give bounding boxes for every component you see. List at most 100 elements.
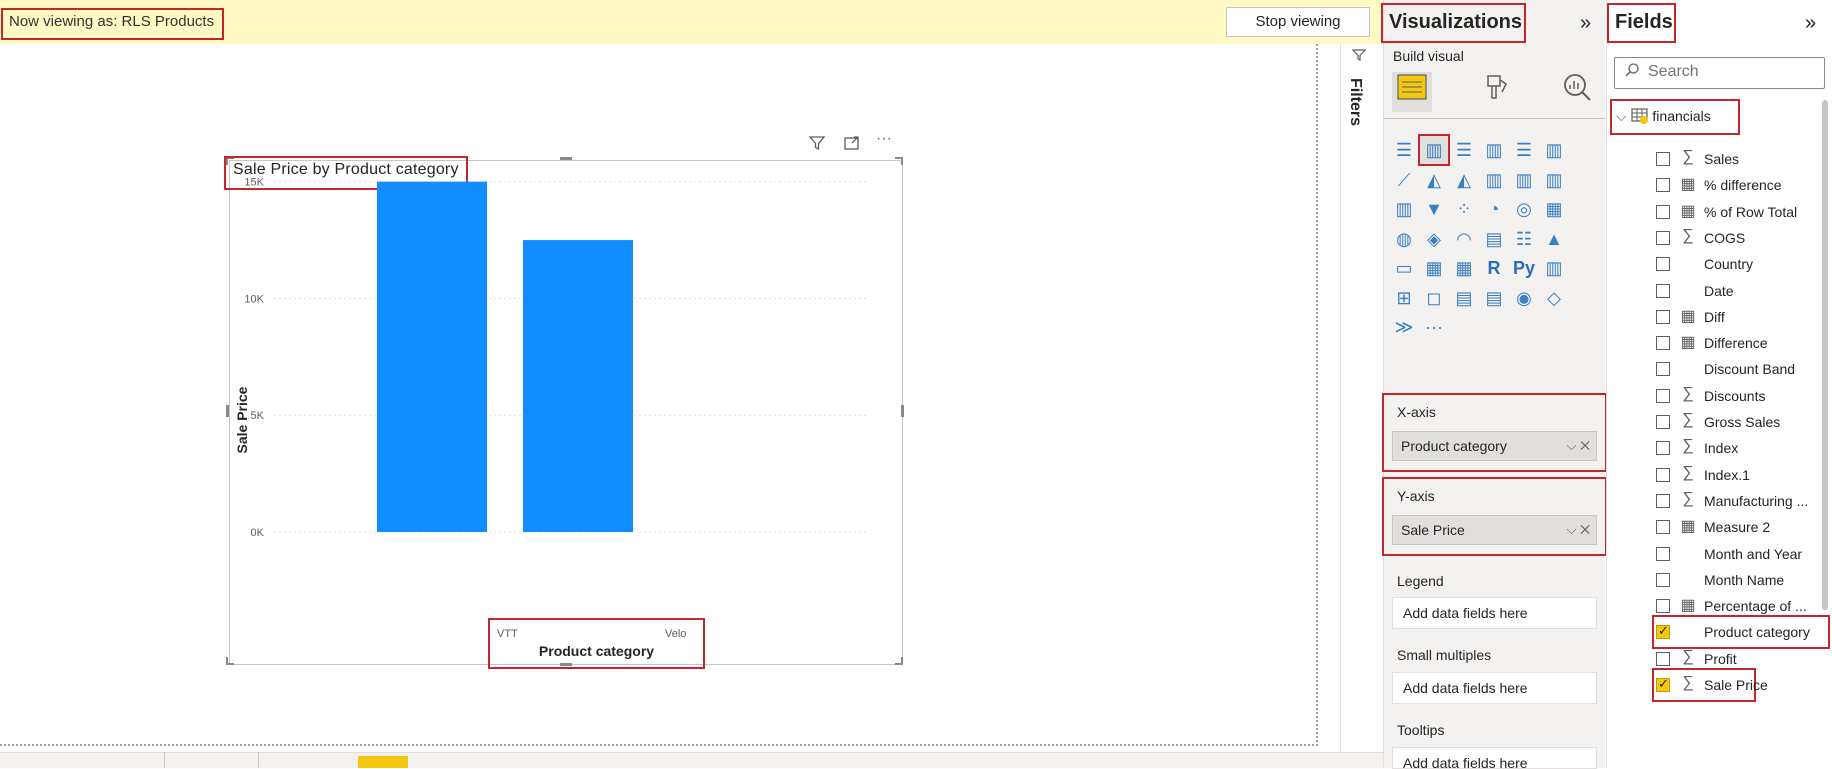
financials-table-node[interactable]: ⌵ financials: [1610, 99, 1740, 135]
field-checkbox[interactable]: [1656, 520, 1670, 535]
map-icon[interactable]: ◍: [1390, 225, 1418, 253]
search-input[interactable]: [1648, 63, 1808, 81]
field-sale-price[interactable]: ∑ Sale Price: [1652, 668, 1768, 702]
python-visual-icon[interactable]: Py: [1510, 254, 1538, 282]
ribbon-chart-icon[interactable]: ▥: [1540, 166, 1568, 194]
filled-map-icon[interactable]: ◈: [1420, 225, 1448, 253]
bar-velo[interactable]: [523, 240, 633, 532]
100-bar-icon[interactable]: ☰: [1510, 136, 1538, 164]
field-cogs[interactable]: ∑ COGS: [1656, 225, 1826, 251]
line-chart-icon[interactable]: ⟋: [1390, 166, 1418, 194]
line-clustered-icon[interactable]: ▥: [1510, 166, 1538, 194]
stop-viewing-button[interactable]: Stop viewing: [1226, 7, 1370, 37]
field-checkbox[interactable]: [1656, 676, 1670, 692]
stacked-column-icon[interactable]: ▥: [1480, 136, 1508, 164]
field-manufacturing[interactable]: ∑ Manufacturing ...: [1656, 488, 1826, 514]
filters-funnel-icon[interactable]: [1351, 48, 1367, 67]
resize-handle[interactable]: [226, 657, 228, 665]
field-month-and-year[interactable]: Month and Year: [1656, 541, 1826, 567]
matrix-icon[interactable]: ▦: [1450, 254, 1478, 282]
donut-icon[interactable]: ◎: [1510, 195, 1538, 223]
field-measure-2[interactable]: ▦ Measure 2: [1656, 514, 1826, 540]
tooltips-drop-zone[interactable]: Add data fields here: [1392, 747, 1597, 769]
field-checkbox[interactable]: [1656, 362, 1670, 377]
field-checkbox[interactable]: [1656, 467, 1670, 482]
kpi-icon[interactable]: ▲: [1540, 225, 1568, 253]
bar-vtt[interactable]: [377, 181, 487, 532]
field-difference[interactable]: ▦ Difference: [1656, 330, 1826, 356]
field-profit[interactable]: ∑ Profit: [1656, 646, 1826, 672]
key-influencers-icon[interactable]: ▥: [1540, 254, 1568, 282]
field-country[interactable]: Country: [1656, 251, 1826, 277]
clustered-column-icon[interactable]: ▥: [1418, 134, 1450, 166]
card-icon[interactable]: ▤: [1480, 225, 1508, 253]
field-checkbox[interactable]: [1656, 623, 1670, 640]
analytics-tab[interactable]: [1557, 72, 1597, 112]
field-checkbox[interactable]: [1656, 230, 1670, 245]
field-date[interactable]: Date: [1656, 278, 1826, 304]
field-checkbox[interactable]: [1656, 309, 1670, 324]
slicer-icon[interactable]: ▭: [1390, 254, 1418, 282]
field-diff[interactable]: ▦ Diff: [1656, 304, 1826, 330]
waterfall-icon[interactable]: ▥: [1390, 195, 1418, 223]
field--difference[interactable]: ▦ % difference: [1656, 172, 1826, 198]
multirow-card-icon[interactable]: ☷: [1510, 225, 1538, 253]
field-checkbox[interactable]: [1656, 415, 1670, 429]
chevron-down-icon[interactable]: ⌵ ✕: [1567, 432, 1590, 460]
field-percentage-of[interactable]: ▦ Percentage of ...: [1656, 593, 1826, 619]
xaxis-field-pill[interactable]: Product category ⌵ ✕: [1392, 431, 1597, 461]
field-discount-band[interactable]: Discount Band: [1656, 356, 1826, 382]
area-chart-icon[interactable]: ◭: [1420, 166, 1448, 194]
r-visual-icon[interactable]: R: [1480, 254, 1508, 282]
field-index[interactable]: ∑ Index: [1656, 435, 1826, 461]
paginated-icon[interactable]: ▤: [1480, 284, 1508, 312]
qa-icon[interactable]: ◻: [1420, 284, 1448, 312]
scatter-icon[interactable]: ⁘: [1450, 195, 1478, 223]
collapse-visualizations-icon[interactable]: »: [1580, 12, 1591, 35]
filters-label[interactable]: Filters: [1346, 78, 1364, 126]
decomposition-tree-icon[interactable]: ⊞: [1390, 284, 1418, 312]
smart-narrative-icon[interactable]: ▤: [1450, 284, 1478, 312]
page-tab[interactable]: [165, 752, 259, 768]
azure-map-icon[interactable]: ◉: [1510, 284, 1538, 312]
collapse-fields-icon[interactable]: »: [1805, 12, 1816, 35]
field-sales[interactable]: ∑ Sales: [1656, 146, 1826, 172]
page-tab[interactable]: [0, 752, 165, 768]
field-index-1[interactable]: ∑ Index.1: [1656, 462, 1826, 488]
fields-scrollbar[interactable]: [1822, 100, 1828, 610]
format-visual-tab[interactable]: [1476, 72, 1516, 112]
filters-pane-collapsed[interactable]: [1340, 44, 1383, 768]
field-checkbox[interactable]: [1656, 599, 1670, 614]
funnel-icon[interactable]: ▼: [1420, 195, 1448, 223]
field-checkbox[interactable]: [1656, 546, 1670, 561]
field-checkbox[interactable]: [1656, 204, 1670, 219]
table-icon[interactable]: ▦: [1420, 254, 1448, 282]
field-product-category[interactable]: Product category: [1652, 615, 1830, 650]
chevron-down-icon[interactable]: ⌵ ✕: [1567, 516, 1590, 544]
100-column-icon[interactable]: ▥: [1540, 136, 1568, 164]
field-checkbox[interactable]: [1656, 152, 1670, 166]
field-discounts[interactable]: ∑ Discounts: [1656, 383, 1826, 409]
new-page-tab[interactable]: [358, 756, 408, 768]
line-column-icon[interactable]: ▥: [1480, 166, 1508, 194]
field-checkbox[interactable]: [1656, 336, 1670, 351]
treemap-icon[interactable]: ▦: [1540, 195, 1568, 223]
pie-icon[interactable]: ◔: [1480, 195, 1508, 223]
focus-mode-icon[interactable]: [843, 134, 861, 157]
gauge-icon[interactable]: ◠: [1450, 225, 1478, 253]
power-apps-icon[interactable]: ◇: [1540, 284, 1568, 312]
field-checkbox[interactable]: [1656, 493, 1670, 508]
field-checkbox[interactable]: [1656, 257, 1670, 272]
field-checkbox[interactable]: [1656, 441, 1670, 456]
chevron-down-icon[interactable]: ⌵: [1616, 108, 1627, 124]
more-visuals-icon[interactable]: ···: [1420, 313, 1448, 341]
stacked-area-icon[interactable]: ◭: [1450, 166, 1478, 194]
power-automate-icon[interactable]: ≫: [1390, 313, 1418, 341]
clustered-bar-icon[interactable]: ☰: [1450, 136, 1478, 164]
more-options-icon[interactable]: ···: [876, 130, 892, 148]
field-gross-sales[interactable]: ∑ Gross Sales: [1656, 409, 1826, 435]
stacked-bar-icon[interactable]: ☰: [1390, 136, 1418, 164]
field-checkbox[interactable]: [1656, 388, 1670, 403]
field-checkbox[interactable]: [1656, 651, 1670, 666]
build-visual-tab[interactable]: [1392, 72, 1432, 112]
